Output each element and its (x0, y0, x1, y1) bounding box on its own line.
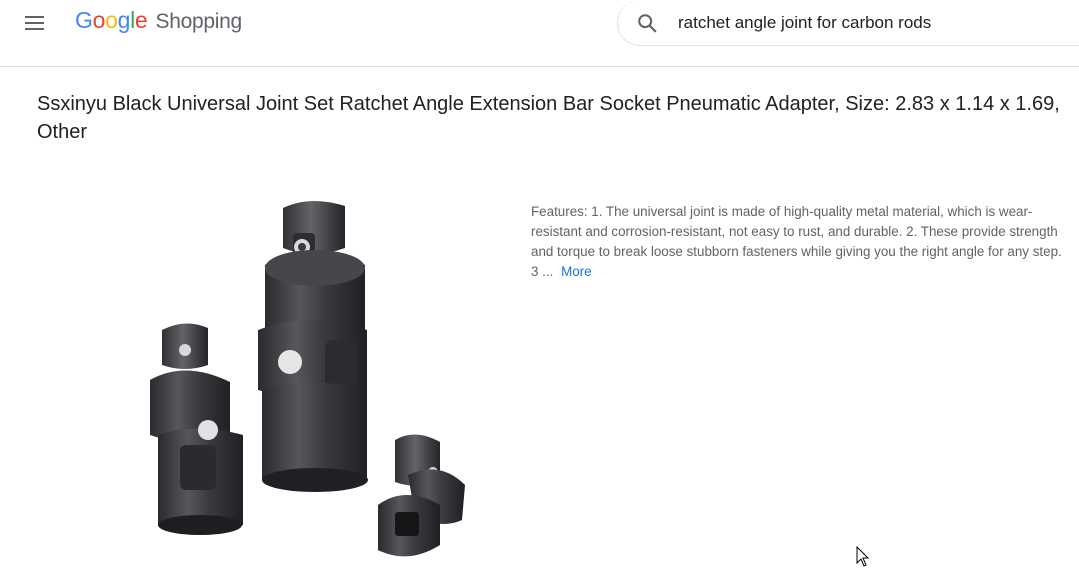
logo-letter: o (105, 7, 118, 33)
top-header: Google Shopping (0, 0, 1079, 67)
mouse-cursor-icon (856, 546, 870, 567)
description-text: Features: 1. The universal joint is made… (531, 204, 1062, 279)
large-universal-joint (258, 200, 368, 492)
hamburger-menu-icon (25, 16, 44, 18)
small-universal-joint (150, 323, 243, 535)
product-image[interactable] (140, 190, 480, 565)
google-shopping-logo[interactable]: Google Shopping (75, 7, 242, 34)
logo-product-name: Shopping (155, 10, 243, 33)
search-bar[interactable] (617, 0, 1079, 46)
product-title: Ssxinyu Black Universal Joint Set Ratche… (37, 93, 1060, 143)
tiny-universal-joint (378, 434, 465, 557)
hamburger-menu-icon-bar (25, 28, 44, 30)
logo-letter: o (92, 7, 106, 33)
hamburger-menu-icon-bar (25, 22, 44, 24)
logo-letter: g (117, 7, 131, 33)
main-menu-button[interactable] (22, 10, 48, 36)
search-icon[interactable] (636, 12, 658, 34)
search-input[interactable] (678, 11, 1078, 35)
more-link[interactable]: More (561, 264, 592, 279)
logo-letter: e (134, 7, 148, 33)
logo-letter: G (75, 7, 93, 33)
product-description: Features: 1. The universal joint is made… (531, 202, 1066, 282)
